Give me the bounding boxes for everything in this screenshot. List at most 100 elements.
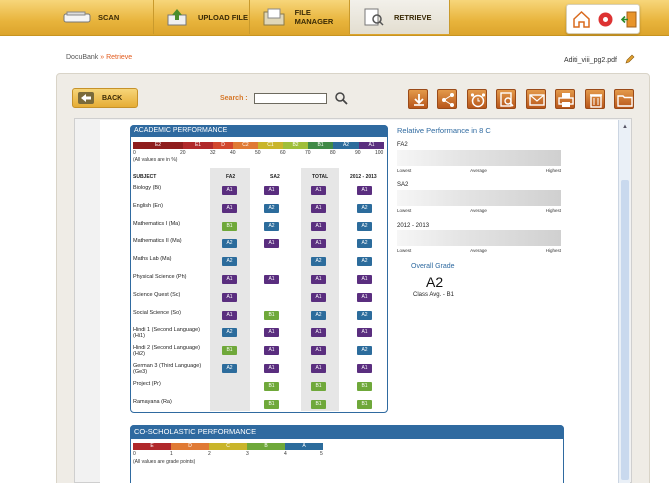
coscholastic-title: CO-SCHOLASTIC PERFORMANCE [130, 425, 564, 439]
logout-icon[interactable] [620, 10, 639, 29]
grade-badge-prev: A1 [357, 186, 372, 195]
print-icon[interactable] [555, 89, 575, 109]
zoom-page-icon[interactable] [496, 89, 516, 109]
scale-grade: B [247, 443, 285, 450]
upload-icon [162, 6, 192, 28]
scroll-up-icon[interactable]: ▲ [621, 123, 629, 131]
home-icon[interactable] [572, 10, 591, 29]
row-subject: Social Science (So) [133, 310, 181, 316]
overall-grade-label: Overall Grade [411, 263, 455, 270]
scale-tick: 0 [133, 150, 136, 156]
grade-badge-fa2: A1 [222, 293, 237, 302]
grade-badge-prev: A1 [357, 328, 372, 337]
relative-strip-label: 2012 - 2013 [397, 223, 430, 229]
breadcrumb-separator: » [100, 54, 105, 61]
nav-upload-label: UPLOAD FILE [198, 12, 248, 22]
settings-icon[interactable] [596, 10, 615, 29]
grade-badge-prev: A2 [357, 239, 372, 248]
scale-tick: 0 [133, 451, 136, 457]
class-average: Class Avg. - B1 [413, 292, 454, 298]
scale-tick: 80 [330, 150, 336, 156]
scrollbar-thumb[interactable] [621, 180, 629, 480]
relative-axis: Lowest Average Highest [397, 208, 561, 213]
scale-tick: 4 [284, 451, 287, 457]
nav-retrieve-label: RETRIEVE [394, 12, 432, 22]
search-label: Search : [220, 95, 248, 102]
nav-file-manager[interactable]: FILE MANAGER [250, 0, 350, 34]
scale-grade: D [171, 443, 209, 450]
file-name: Aditi_viii_pg2.pdf [564, 54, 635, 66]
back-button-label: BACK [102, 94, 123, 102]
axis-average: Average [470, 208, 487, 213]
grade-badge-total: A1 [311, 328, 326, 337]
grade-badge-prev: A2 [357, 311, 372, 320]
grade-badge-fa2: A2 [222, 328, 237, 337]
grade-badge-sa2: A2 [264, 204, 279, 213]
nav-upload-file[interactable]: UPLOAD FILE [154, 0, 250, 34]
grade-badge-fa2: B1 [222, 222, 237, 231]
grade-badge-prev: B1 [357, 400, 372, 409]
open-folder-icon[interactable] [614, 89, 634, 109]
grade-badge-fa2: A1 [222, 311, 237, 320]
scanner-icon [62, 6, 92, 28]
nav-scan-label: SCAN [98, 12, 120, 22]
academic-title: ACADEMIC PERFORMANCE [130, 125, 388, 137]
grade-badge-total: B1 [311, 400, 326, 409]
axis-lowest: Lowest [397, 208, 412, 213]
scale-grade: B1 [308, 142, 333, 149]
grade-badge-total: A1 [311, 293, 326, 302]
pencil-icon[interactable] [625, 54, 635, 66]
scale-grade: A2 [333, 142, 359, 149]
relative-axis: Lowest Average Highest [397, 248, 561, 253]
grade-badge-sa2: B1 [264, 382, 279, 391]
back-button[interactable]: BACK [72, 88, 138, 108]
scale-tick: 1 [170, 451, 173, 457]
relative-strip-label: SA2 [397, 182, 409, 188]
grade-badge-total: A1 [311, 186, 326, 195]
email-icon[interactable] [526, 89, 546, 109]
row-subject: Project (Pr) [133, 381, 161, 387]
row-subject: Maths Lab (Ma) [133, 256, 172, 262]
grade-badge-fa2: A1 [222, 204, 237, 213]
search-input[interactable] [254, 93, 327, 104]
grade-badge-sa2: B1 [264, 400, 279, 409]
grade-badge-fa2: A1 [222, 186, 237, 195]
grade-badge-prev: A2 [357, 222, 372, 231]
delete-icon[interactable] [585, 89, 605, 109]
grade-badge-sa2: A1 [264, 239, 279, 248]
relative-strip [397, 150, 561, 166]
grade-scale: E2 E1 D C2 C1 B2 B1 A2 A1 [133, 142, 384, 149]
scale-tick: 40 [230, 150, 236, 156]
download-icon[interactable] [408, 89, 428, 109]
row-subject: Biology (Bi) [133, 185, 162, 191]
row-subject: Science Quest (Sc) [133, 292, 181, 298]
relative-strip [397, 230, 561, 246]
scale-grade: C2 [233, 142, 258, 149]
overall-grade-value: A2 [426, 274, 444, 290]
scale-grade: E1 [183, 142, 213, 149]
scale-grade: E2 [133, 142, 183, 149]
scale-grade: C [209, 443, 247, 450]
scale-tick: 50 [255, 150, 261, 156]
share-icon[interactable] [437, 89, 457, 109]
scale-tick: 3 [246, 451, 249, 457]
grade-badge-sa2: A1 [264, 186, 279, 195]
axis-lowest: Lowest [397, 168, 412, 173]
nav-scan[interactable]: SCAN [62, 0, 154, 34]
nav-retrieve[interactable]: RETRIEVE [350, 0, 450, 34]
breadcrumb-current: Retrieve [106, 54, 133, 61]
header-prev-year: 2012 - 2013 [350, 174, 377, 180]
grade-badge-fa2: A2 [222, 239, 237, 248]
row-subject: Hindi 2 (Second Language) (Hi2) [133, 345, 200, 357]
search-icon[interactable] [334, 91, 348, 105]
grade-badge-fa2: A1 [222, 275, 237, 284]
row-subject: Ramayana (Ra) [133, 399, 172, 405]
grade-badge-sa2: A2 [264, 222, 279, 231]
alarm-clock-icon[interactable] [467, 89, 487, 109]
grade-badge-total: A1 [311, 275, 326, 284]
vertical-scrollbar[interactable]: ▲ [618, 120, 630, 483]
row-subject: English (En) [133, 203, 163, 209]
scale-tick: 5 [320, 451, 323, 457]
grade-badge-total: A1 [311, 346, 326, 355]
breadcrumb-root[interactable]: DocuBank [66, 54, 98, 61]
